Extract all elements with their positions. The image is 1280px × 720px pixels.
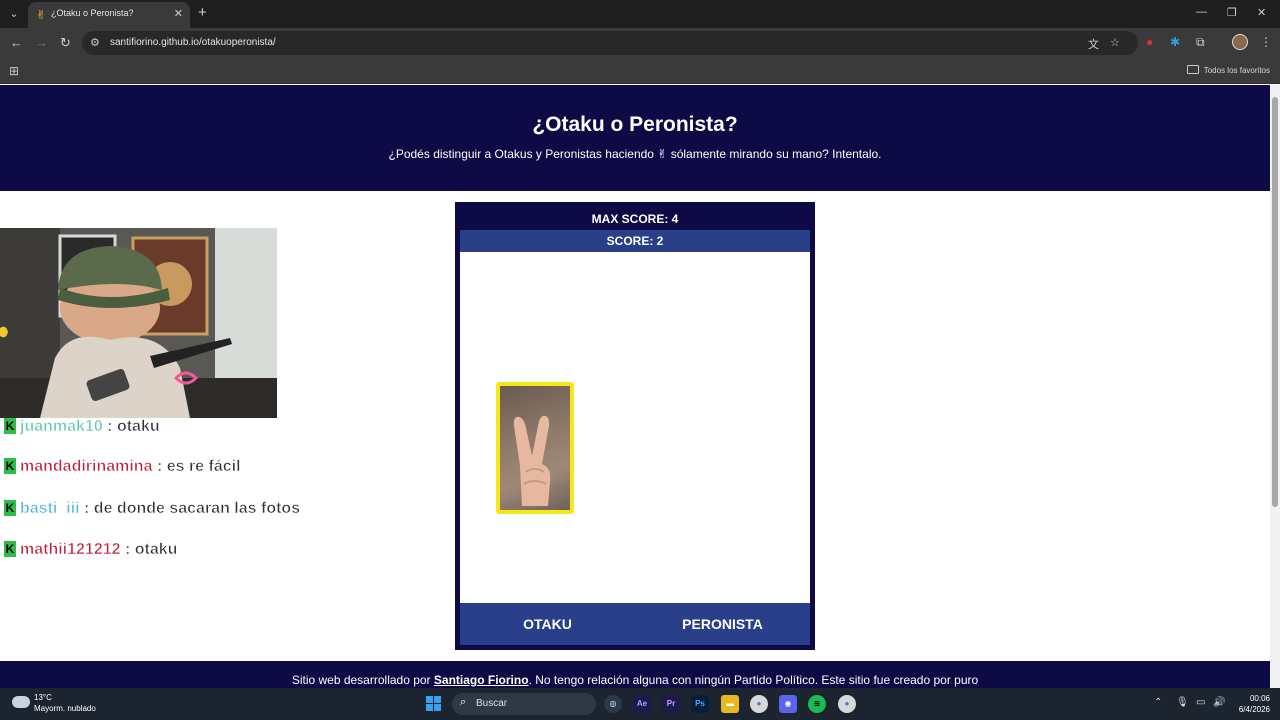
footer-text: Sitio web desarrollado por Santiago Fior… [0,673,1270,687]
translate-icon[interactable]: 文 [1088,36,1099,52]
footer-prefix: Sitio web desarrollado por [291,673,434,687]
choice-bar: OTAKU PERONISTA [460,603,810,645]
author-link[interactable]: Santiago Fiorino [434,673,529,687]
footer-suffix: . No tengo relación alguna con ningún Pa… [528,673,979,687]
chat-message: : de donde sacaran las fotos [84,500,301,518]
game-area [460,252,810,603]
peronista-button[interactable]: PERONISTA [635,603,810,645]
chat-message: : es re fácil [156,458,241,476]
address-bar[interactable]: ⚙ santifiorino.github.io/otakuoperonista… [82,31,1138,55]
page-subtitle: ¿Podés distinguir a Otakus y Peronistas … [388,147,882,161]
weather-desc[interactable]: Mayorm. nublado [34,704,96,713]
tab-favicon-icon: ✌ [36,8,47,22]
site-footer: Sitio web desarrollado por Santiago Fior… [0,661,1270,688]
premiere-icon[interactable]: Pr [662,695,680,713]
chat-badge-icon: K [4,418,16,434]
all-bookmarks[interactable]: Todos los favoritos [1186,65,1270,75]
discord-icon[interactable]: ◉ [779,695,797,713]
hand-photo [500,386,570,510]
chat-message: : otaku [107,418,160,436]
restore-icon[interactable]: ❐ [1227,6,1237,19]
url-text[interactable]: santifiorino.github.io/otakuoperonista/ [110,37,276,48]
tab-title: ¿Otaku o Peronista? [51,8,134,18]
taskbar: 13°C Mayorm. nublado ⌕ Buscar ◎ Ae Pr Ps… [0,688,1280,720]
after-effects-icon[interactable]: Ae [633,695,651,713]
chat-badge-icon: K [4,500,16,516]
tab-search-icon[interactable]: ⌄ [6,6,22,22]
site-header: ¿Otaku o Peronista? ¿Podés distinguir a … [0,85,1270,191]
chat-line: Kmandadirinamina : es re fácil [4,458,241,480]
game-panel: MAX SCORE: 4 SCORE: 2 OTAKU PERONISTA [455,202,815,650]
page-title: ¿Otaku o Peronista? [532,113,738,136]
bookmark-star-icon[interactable]: ☆ [1110,36,1120,49]
webcam-overlay [0,228,277,418]
cloud-icon[interactable] [12,696,30,708]
back-icon[interactable]: ← [10,36,23,50]
chat-line: Kmathii121212 : otaku [4,541,178,563]
extension-red-icon[interactable]: ● [1146,35,1153,49]
tab-active[interactable]: ✌ ¿Otaku o Peronista? ✕ [28,2,190,28]
clock-time: 00:06 [1249,694,1270,703]
bookmarks-bar: ⊞ Todos los favoritos [0,58,1280,84]
file-explorer-icon[interactable]: ▬ [721,695,739,713]
copilot-icon[interactable]: ◎ [604,695,622,713]
search-icon: ⌕ [460,696,467,708]
new-tab-icon[interactable]: + [198,5,207,21]
weather-temp[interactable]: 13°C [34,693,52,702]
hand-card [496,382,574,514]
chat-line: Kbasti_iii : de donde sacaran las fotos [4,500,300,522]
max-score: MAX SCORE: 4 [591,212,679,226]
taskbar-search[interactable]: ⌕ Buscar [452,693,596,715]
tab-strip: ⌄ ✌ ¿Otaku o Peronista? ✕ + — ❐ ✕ [0,0,1280,28]
chat-badge-icon: K [4,458,16,474]
windows-start-icon[interactable] [426,696,442,712]
volume-icon[interactable]: 🔊 [1213,697,1225,708]
tray-expand-icon[interactable]: ⌃ [1154,697,1162,708]
folder-icon [1186,65,1199,74]
clock-date: 6/4/2026 [1238,705,1270,714]
site-info-icon[interactable]: ⚙ [90,36,100,49]
score: SCORE: 2 [460,230,810,252]
apps-grid-icon[interactable]: ⊞ [9,64,19,78]
page-scrollbar[interactable] [1270,85,1280,688]
network-icon[interactable]: ▭ [1196,697,1205,708]
chrome-icon[interactable]: ● [750,695,768,713]
photoshop-icon[interactable]: Ps [691,695,709,713]
chat-line: Kjuanmak10 : otaku [4,418,160,440]
chat-user: mandadirinamina [20,458,153,476]
tab-close-icon[interactable]: ✕ [174,7,183,20]
spotify-icon[interactable]: ≋ [808,695,826,713]
minimize-icon[interactable]: — [1196,6,1207,18]
microphone-icon[interactable]: 🎙 [1176,697,1189,708]
profile-avatar[interactable] [1232,34,1248,50]
chat-user: mathii121212 [20,541,121,559]
window-close-icon[interactable]: ✕ [1257,6,1266,19]
otaku-button[interactable]: OTAKU [460,603,635,645]
chat-message: : otaku [124,541,178,559]
chat-badge-icon: K [4,541,16,557]
search-placeholder: Buscar [476,698,508,709]
chrome-active-icon[interactable]: ● [838,695,856,713]
all-bookmarks-label: Todos los favoritos [1203,66,1270,75]
system-clock[interactable]: 00:06 6/4/2026 [1239,693,1270,715]
extension-blue-icon[interactable]: ✱ [1170,35,1180,49]
extensions-puzzle-icon[interactable]: ⧉ [1196,35,1205,49]
reload-icon[interactable]: ↻ [60,36,71,50]
chat-user: basti_iii [20,500,80,518]
menu-icon[interactable]: ⋮ [1260,35,1272,49]
scrollbar-thumb[interactable] [1272,97,1278,507]
chat-user: juanmak10 [20,418,103,436]
forward-icon[interactable]: → [35,36,48,50]
toolbar: ← → ↻ ⚙ santifiorino.github.io/otakuoper… [0,28,1280,58]
